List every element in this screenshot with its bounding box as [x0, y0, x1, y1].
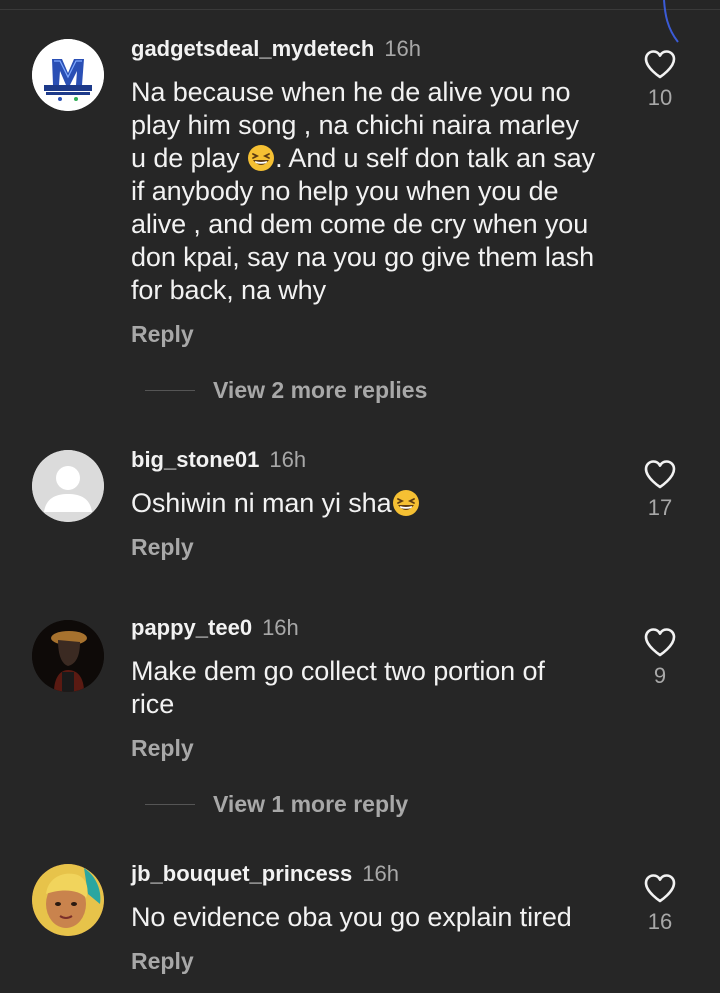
like-count: 17 — [647, 495, 673, 520]
heart-outline-icon[interactable] — [643, 627, 677, 657]
comment-line: No evidence oba you go explain tired — [131, 902, 572, 932]
top-divider — [0, 9, 720, 10]
reply-button[interactable]: Reply — [131, 947, 194, 975]
comment-header: pappy_tee0 16h — [131, 614, 299, 642]
comment-line: rice — [131, 689, 175, 719]
comment-big-stone: big_stone01 16h Oshiwin ni man yi sha Rep… — [0, 446, 720, 566]
reply-button[interactable]: Reply — [131, 533, 194, 561]
username[interactable]: big_stone01 — [131, 447, 259, 472]
comment-line-part: u de play — [131, 143, 240, 173]
comment-text: Na because when he de alive you no play … — [131, 76, 621, 307]
view-more-label: View 1 more reply — [213, 791, 409, 817]
comment-text: No evidence oba you go explain tired — [131, 901, 621, 934]
like-count: 9 — [653, 663, 667, 688]
comment-jb-bouquet: jb_bouquet_princess 16h No evidence oba y… — [0, 860, 720, 985]
comment-line: if anybody no help you when you de — [131, 176, 559, 206]
grinning-squinting-face-emoji-icon — [248, 145, 275, 171]
like-control: 17 — [636, 459, 684, 521]
default-profile-icon — [32, 450, 104, 522]
username[interactable]: jb_bouquet_princess — [131, 861, 352, 886]
avatar[interactable] — [32, 864, 104, 936]
comment-line: play him song , na chichi naira marley — [131, 110, 579, 140]
comment-gadgetsdeal: gadgetsdeal_mydetech 16h Na because when … — [0, 35, 720, 415]
comment-pappy-tee: pappy_tee0 16h Make dem go collect two po… — [0, 614, 720, 824]
comment-line-part: . And u self don talk an say — [275, 143, 596, 173]
like-control: 10 — [636, 49, 684, 111]
heart-outline-icon[interactable] — [643, 459, 677, 489]
view-more-divider — [145, 804, 195, 805]
comment-line: for back, na why — [131, 275, 326, 305]
view-more-replies-button[interactable]: View 2 more replies — [145, 377, 427, 404]
comment-line: Na because when he de alive you no — [131, 77, 571, 107]
like-count: 16 — [647, 909, 673, 934]
profile-photo-icon — [32, 620, 104, 692]
comment-line: Make dem go collect two portion of — [131, 656, 545, 686]
comment-line: alive , and dem come de cry when you — [131, 209, 589, 239]
view-more-label: View 2 more replies — [213, 377, 428, 403]
username[interactable]: pappy_tee0 — [131, 615, 252, 640]
comment-line: u de play . And u self don talk an say — [131, 142, 621, 175]
avatar[interactable] — [32, 450, 104, 522]
view-more-divider — [145, 390, 195, 391]
reply-button[interactable]: Reply — [131, 320, 194, 348]
comment-line: Oshiwin ni man yi sha — [131, 488, 392, 518]
heart-outline-icon[interactable] — [643, 873, 677, 903]
avatar[interactable] — [32, 620, 104, 692]
profile-photo-icon — [32, 864, 104, 936]
timestamp: 16h — [262, 615, 299, 640]
comment-header: jb_bouquet_princess 16h — [131, 860, 399, 888]
view-more-replies-button[interactable]: View 1 more reply — [145, 791, 408, 818]
like-count: 10 — [647, 85, 673, 110]
grinning-squinting-face-emoji-icon — [392, 490, 419, 516]
comment-line: don kpai, say na you go give them lash — [131, 242, 594, 272]
comment-text: Oshiwin ni man yi sha — [131, 487, 621, 520]
mydetech-logo-icon — [32, 39, 104, 111]
timestamp: 16h — [362, 861, 399, 886]
timestamp: 16h — [269, 447, 307, 472]
avatar[interactable] — [32, 39, 104, 111]
like-control: 16 — [636, 873, 684, 935]
comment-header: gadgetsdeal_mydetech 16h — [131, 35, 421, 63]
like-control: 9 — [636, 627, 684, 689]
heart-outline-icon[interactable] — [643, 49, 677, 79]
reply-button[interactable]: Reply — [131, 734, 194, 762]
comment-header: big_stone01 16h — [131, 446, 306, 474]
username[interactable]: gadgetsdeal_mydetech — [131, 36, 374, 61]
comment-text: Make dem go collect two portion of rice — [131, 655, 621, 721]
timestamp: 16h — [384, 36, 422, 61]
